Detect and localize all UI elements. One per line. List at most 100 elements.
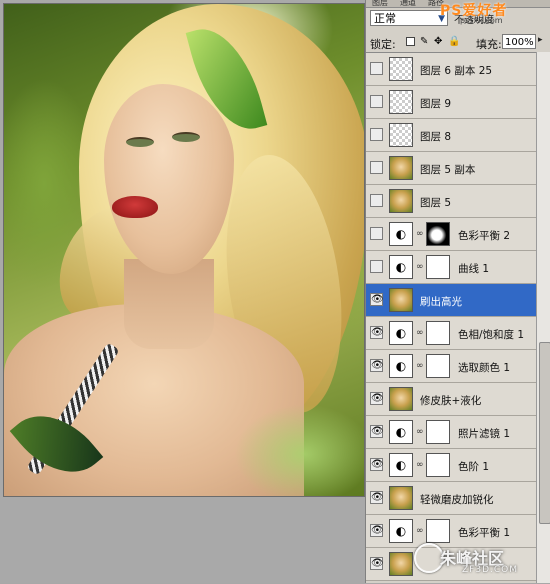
- lips: [112, 196, 158, 218]
- layer-thumbnail[interactable]: ◐: [389, 222, 413, 246]
- visibility-toggle[interactable]: [370, 227, 383, 240]
- layer-name: 色阶 1: [458, 461, 490, 473]
- layer-row[interactable]: 👁 修皮肤+液化: [366, 383, 536, 416]
- document-canvas[interactable]: [0, 0, 365, 583]
- link-icon[interactable]: ∞: [416, 526, 424, 536]
- eye-icon[interactable]: 👁: [370, 524, 384, 537]
- link-icon[interactable]: ∞: [416, 361, 424, 371]
- layer-row[interactable]: 👁 ◐ ∞ 色阶 1: [366, 449, 536, 482]
- layer-thumbnail[interactable]: [389, 123, 413, 147]
- eye-icon[interactable]: 👁: [370, 557, 384, 570]
- fill-label: 填充:: [476, 38, 502, 51]
- tab-channels[interactable]: 通道: [400, 0, 416, 8]
- visibility-toggle[interactable]: [370, 62, 383, 75]
- link-icon[interactable]: ∞: [416, 262, 424, 272]
- eye-icon[interactable]: 👁: [370, 293, 384, 306]
- eye-icon[interactable]: 👁: [370, 458, 384, 471]
- layer-thumbnail[interactable]: ◐: [389, 420, 413, 444]
- lock-row: 锁定: ✎ ✥ 🔒 填充: 100% ▸: [370, 34, 548, 52]
- layer-row[interactable]: ◐ ∞ 色彩平衡 2: [366, 218, 536, 251]
- layers-scrollbar[interactable]: [536, 52, 550, 583]
- link-icon[interactable]: ∞: [416, 427, 424, 437]
- brush-icon[interactable]: ✎: [420, 37, 429, 47]
- layer-name: 曲线 1: [458, 263, 490, 275]
- layer-thumbnail[interactable]: [389, 387, 413, 411]
- layer-row[interactable]: ◐ ∞ 曲线 1: [366, 251, 536, 284]
- layers-panel: 图层 通道 路径 正常 ▼ 不透明度 锁定: ✎ ✥ 🔒 填充: 100% ▸ …: [365, 0, 550, 583]
- eye-icon[interactable]: 👁: [370, 491, 384, 504]
- left-eye: [126, 137, 154, 147]
- layer-thumbnail[interactable]: ◐: [389, 255, 413, 279]
- visibility-toggle[interactable]: [370, 95, 383, 108]
- tab-layers[interactable]: 图层: [372, 0, 388, 8]
- layer-thumbnail[interactable]: [389, 189, 413, 213]
- layer-thumbnail[interactable]: [389, 288, 413, 312]
- visibility-toggle[interactable]: [370, 161, 383, 174]
- layer-thumbnail[interactable]: ◐: [389, 519, 413, 543]
- layer-mask-thumbnail[interactable]: [426, 420, 450, 444]
- layer-mask-thumbnail[interactable]: [426, 222, 450, 246]
- layer-name: 选取颜色 1: [458, 362, 511, 374]
- link-icon[interactable]: ∞: [416, 460, 424, 470]
- layer-row[interactable]: 👁 ◐ ∞ 选取颜色 1: [366, 350, 536, 383]
- watermark-top-sub: pssxx.com: [460, 16, 503, 25]
- move-icon[interactable]: ✥: [434, 37, 443, 47]
- layer-name: 照片滤镜 1: [458, 428, 511, 440]
- layer-name: 色相/饱和度 1: [458, 329, 525, 341]
- layer-mask-thumbnail[interactable]: [426, 453, 450, 477]
- watermark-bottom-sub: ZF3D.COM: [462, 565, 518, 575]
- layer-thumbnail[interactable]: ◐: [389, 453, 413, 477]
- layer-row[interactable]: 👁 ◐ ∞ 色彩平衡 1: [366, 515, 536, 548]
- layer-name: 图层 8: [420, 131, 452, 143]
- eye-icon[interactable]: 👁: [370, 359, 384, 372]
- layer-name: 色彩平衡 2: [458, 230, 511, 242]
- layer-name: 刷出高光: [420, 296, 462, 308]
- layer-row[interactable]: 图层 5: [366, 185, 536, 218]
- layer-row[interactable]: 图层 8: [366, 119, 536, 152]
- lock-label: 锁定:: [370, 38, 396, 51]
- layer-row[interactable]: 👁 ◐ ∞ 照片滤镜 1: [366, 416, 536, 449]
- visibility-toggle[interactable]: [370, 128, 383, 141]
- eye-icon[interactable]: 👁: [370, 326, 384, 339]
- eye-icon[interactable]: 👁: [370, 425, 384, 438]
- blend-mode-select[interactable]: 正常 ▼: [370, 10, 448, 26]
- layer-name: 色彩平衡 1: [458, 527, 511, 539]
- layer-thumbnail[interactable]: [389, 486, 413, 510]
- blend-mode-value: 正常: [374, 12, 396, 25]
- fill-input[interactable]: 100%: [502, 34, 536, 49]
- layer-name: 轻微磨皮加锐化: [420, 494, 494, 506]
- lock-icon[interactable]: 🔒: [448, 37, 460, 47]
- layer-name: 图层 5 副本: [420, 164, 476, 176]
- layer-row[interactable]: 👁 刷出高光: [366, 284, 536, 317]
- layer-thumbnail[interactable]: ◐: [389, 321, 413, 345]
- eye-icon[interactable]: 👁: [370, 392, 384, 405]
- layer-thumbnail[interactable]: [389, 90, 413, 114]
- link-icon[interactable]: ∞: [416, 229, 424, 239]
- layer-mask-thumbnail[interactable]: [426, 354, 450, 378]
- layers-list: 图层 6 副本 25 图层 9 图层 8 图层 5 副本 图层 5 ◐ ∞ 色彩平衡 2 ◐ ∞ 曲…: [366, 52, 536, 584]
- layer-mask-thumbnail[interactable]: [426, 519, 450, 543]
- foreground-blur: [234, 404, 364, 496]
- layer-name: 修皮肤+液化: [420, 395, 482, 407]
- layer-mask-thumbnail[interactable]: [426, 321, 450, 345]
- layer-row[interactable]: 图层 9: [366, 86, 536, 119]
- photo-image[interactable]: [3, 3, 365, 497]
- layer-row[interactable]: 👁 轻微磨皮加锐化: [366, 482, 536, 515]
- layer-row[interactable]: 👁 ◐ ∞ 色相/饱和度 1: [366, 317, 536, 350]
- layer-mask-thumbnail[interactable]: [426, 255, 450, 279]
- layer-thumbnail[interactable]: [389, 552, 413, 576]
- visibility-toggle[interactable]: [370, 260, 383, 273]
- lock-transparency-icon[interactable]: [406, 37, 415, 46]
- link-icon[interactable]: ∞: [416, 328, 424, 338]
- layer-name: 图层 5: [420, 197, 452, 209]
- visibility-toggle[interactable]: [370, 194, 383, 207]
- chevron-right-icon[interactable]: ▸: [538, 35, 543, 45]
- layer-thumbnail[interactable]: [389, 57, 413, 81]
- layer-name: 图层 9: [420, 98, 452, 110]
- layer-row[interactable]: 图层 6 副本 25: [366, 53, 536, 86]
- layer-thumbnail[interactable]: [389, 156, 413, 180]
- scroll-thumb[interactable]: [539, 342, 550, 524]
- layer-row[interactable]: 图层 5 副本: [366, 152, 536, 185]
- layer-thumbnail[interactable]: ◐: [389, 354, 413, 378]
- right-eye: [172, 132, 200, 142]
